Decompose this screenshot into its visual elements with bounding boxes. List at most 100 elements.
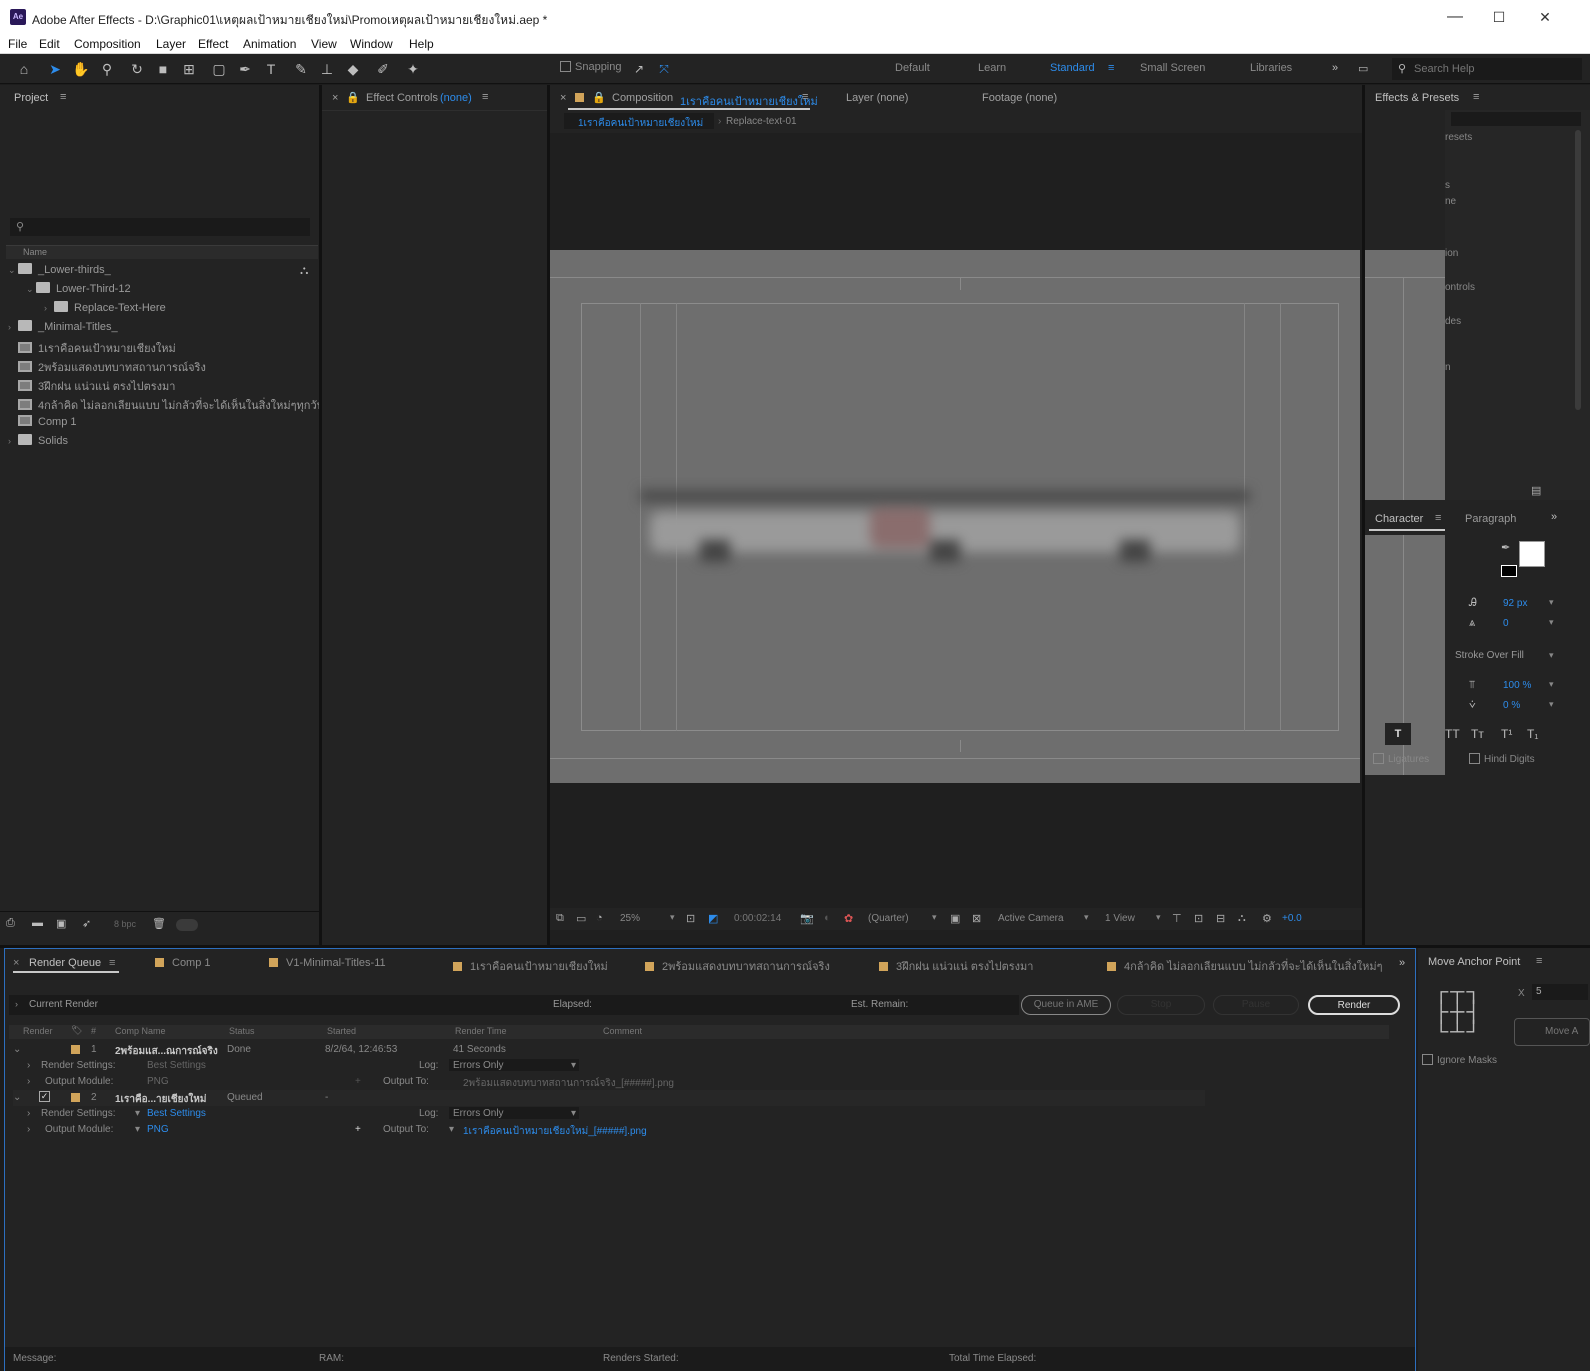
ligatures-checkbox[interactable] — [1373, 753, 1384, 764]
menu-layer[interactable]: Layer — [156, 37, 186, 51]
more-workspaces-icon[interactable]: » — [1332, 62, 1338, 74]
render-queue-tab[interactable]: Render Queue — [29, 957, 101, 969]
move-anchor-button[interactable]: Move A — [1514, 1018, 1590, 1046]
name-column-header[interactable]: Name — [23, 247, 47, 257]
vr-icon[interactable]: ◔ — [596, 912, 603, 924]
effects-category-item[interactable]: resets — [1445, 132, 1472, 143]
effects-category-item[interactable]: ne — [1445, 196, 1456, 207]
render-button[interactable]: Render — [1308, 995, 1400, 1015]
snapping-toggle[interactable]: Snapping — [560, 61, 622, 73]
channel-icon[interactable]: ✿ — [844, 912, 853, 925]
output-to-value[interactable]: 1เราคือคนเป้าหมายเชียงใหม่_[#####].png — [463, 1124, 647, 1139]
toggle-pixel-aspect-icon[interactable]: ⊤ — [1172, 912, 1182, 925]
chevron-right-icon[interactable]: › — [8, 436, 18, 446]
menu-window[interactable]: Window — [350, 37, 393, 51]
project-item[interactable]: › Replace-Text-Here — [8, 301, 308, 319]
column-render-time[interactable]: Render Time — [455, 1026, 507, 1036]
project-item[interactable]: › Solids — [8, 434, 308, 452]
close-tab-icon[interactable]: × — [560, 92, 566, 104]
project-item[interactable]: 4กล้าคิด ไม่ลอกเลียนแบบ ไม่กลัวที่จะได้เ… — [8, 396, 324, 414]
workspace-small-screen[interactable]: Small Screen — [1140, 62, 1205, 74]
ignore-masks-toggle[interactable]: Ignore Masks — [1422, 1054, 1497, 1066]
expand-icon[interactable]: ⤧ — [653, 58, 675, 80]
workspace-default[interactable]: Default — [895, 62, 930, 74]
more-tabs-icon[interactable]: » — [1399, 957, 1405, 969]
pause-button[interactable]: Pause — [1213, 995, 1299, 1015]
composition-tab-prefix[interactable]: Composition — [612, 92, 673, 104]
panel-menu-icon[interactable]: ≡ — [482, 91, 488, 103]
views-dropdown[interactable]: 1 View — [1105, 913, 1135, 924]
pen-tool-icon[interactable]: ✒ — [234, 58, 256, 80]
output-module-value[interactable]: PNG — [147, 1124, 169, 1135]
adjust-settings-icon[interactable]: ➶ — [82, 917, 91, 930]
clone-stamp-tool-icon[interactable]: ⊥ — [316, 58, 338, 80]
panel-menu-icon[interactable]: ≡ — [109, 957, 115, 969]
render-item-comp[interactable]: 2พร้อมแส...ณการณ์จริง — [115, 1044, 218, 1059]
composition-canvas[interactable] — [550, 250, 1360, 783]
current-time[interactable]: 0:00:02:14 — [734, 913, 781, 924]
mask-visibility-icon[interactable]: ◩ — [708, 912, 718, 925]
bpc-label[interactable]: 8 bpc — [114, 919, 136, 929]
chevron-right-icon[interactable]: › — [27, 1076, 30, 1087]
eraser-tool-icon[interactable]: ◆ — [342, 58, 364, 80]
column-started[interactable]: Started — [327, 1026, 356, 1036]
all-caps-icon[interactable]: TT — [1445, 727, 1460, 741]
panel-menu-icon[interactable]: ≡ — [1536, 955, 1542, 967]
new-folder-icon[interactable]: ▬ — [32, 917, 43, 929]
text-tool-icon[interactable]: T — [1385, 723, 1411, 745]
column-status[interactable]: Status — [229, 1026, 255, 1036]
project-item[interactable]: ⌄ _Lower-thirds_ — [8, 263, 308, 281]
timeline-icon[interactable]: ⊟ — [1216, 912, 1225, 925]
monitor-icon[interactable]: ▭ — [576, 912, 586, 925]
effects-category-item[interactable]: ontrols — [1445, 282, 1475, 293]
show-snapshot-icon[interactable]: ◐ — [824, 912, 831, 924]
resolution-dropdown[interactable]: (Quarter) — [868, 913, 909, 924]
close-tab-icon[interactable]: × — [13, 957, 19, 969]
tracking-value[interactable]: 0 — [1503, 618, 1509, 629]
close-tab-icon[interactable]: × — [332, 92, 338, 104]
snap-icon[interactable]: ↗ — [628, 58, 650, 80]
timeline-tab-comp-1th[interactable]: 1เราคือคนเป้าหมายเชียงใหม่ — [453, 957, 608, 975]
scrollbar[interactable] — [1575, 130, 1581, 410]
transparency-grid-icon[interactable]: ⊠ — [972, 912, 981, 925]
column-comp-name[interactable]: Comp Name — [115, 1026, 166, 1036]
queue-in-ame-button[interactable]: Queue in AME — [1021, 995, 1111, 1015]
snapshot-icon[interactable]: 📷 — [800, 912, 814, 925]
stroke-mode-dropdown[interactable]: Stroke Over Fill — [1455, 650, 1524, 661]
vertical-scale-value[interactable]: 100 % — [1503, 680, 1531, 691]
effects-category-item[interactable]: ion — [1445, 248, 1458, 259]
zoom-tool-icon[interactable]: ⚲ — [96, 58, 118, 80]
search-help-field[interactable]: ⚲ — [1392, 58, 1582, 80]
lock-icon[interactable]: 🔒 — [346, 91, 360, 104]
anchor-grid[interactable]: ┌┬┐ ├┼┤ └┴┘ — [1434, 982, 1496, 1044]
brush-tool-icon[interactable]: ✎ — [290, 58, 312, 80]
pan-behind-tool-icon[interactable]: ⊞ — [178, 58, 200, 80]
project-column-header[interactable]: Name — [6, 245, 318, 259]
eyedropper-icon[interactable]: ✒ — [1501, 541, 1510, 554]
new-bin-icon[interactable]: ▤ — [1531, 484, 1541, 497]
move-anchor-title[interactable]: Move Anchor Point — [1428, 956, 1520, 968]
menu-animation[interactable]: Animation — [243, 37, 296, 51]
breadcrumb-active[interactable]: 1เราคือคนเป้าหมายเชียงใหม่ — [578, 116, 703, 131]
camera-tool-icon[interactable]: ■ — [152, 58, 174, 80]
chevron-down-icon[interactable]: ⌄ — [26, 284, 36, 295]
ignore-masks-checkbox[interactable] — [1422, 1054, 1433, 1065]
project-item[interactable]: Comp 1 — [8, 415, 308, 433]
hand-tool-icon[interactable]: ✋ — [70, 58, 92, 80]
project-panel-title[interactable]: Project — [14, 92, 48, 104]
character-tab[interactable]: Character — [1375, 513, 1423, 525]
stroke-color-swatch[interactable] — [1501, 565, 1517, 577]
chevron-right-icon[interactable]: › — [27, 1060, 30, 1071]
flow-toggle[interactable] — [176, 919, 198, 931]
timeline-tab-v1-minimal[interactable]: V1-Minimal-Titles-11 — [269, 957, 386, 969]
hindi-digits-checkbox[interactable] — [1469, 753, 1480, 764]
zoom-dropdown[interactable]: 25% — [620, 913, 640, 924]
menu-edit[interactable]: Edit — [39, 37, 60, 51]
add-output-icon[interactable]: + — [355, 1076, 361, 1087]
project-search-field[interactable]: ⚲ — [10, 218, 310, 236]
puppet-tool-icon[interactable]: ✦ — [402, 58, 424, 80]
x-offset-field[interactable]: 5 — [1532, 984, 1588, 1000]
rectangle-tool-icon[interactable]: ▢ — [208, 58, 230, 80]
font-size-value[interactable]: 92 px — [1503, 598, 1527, 609]
panel-menu-icon[interactable]: ≡ — [802, 91, 808, 103]
